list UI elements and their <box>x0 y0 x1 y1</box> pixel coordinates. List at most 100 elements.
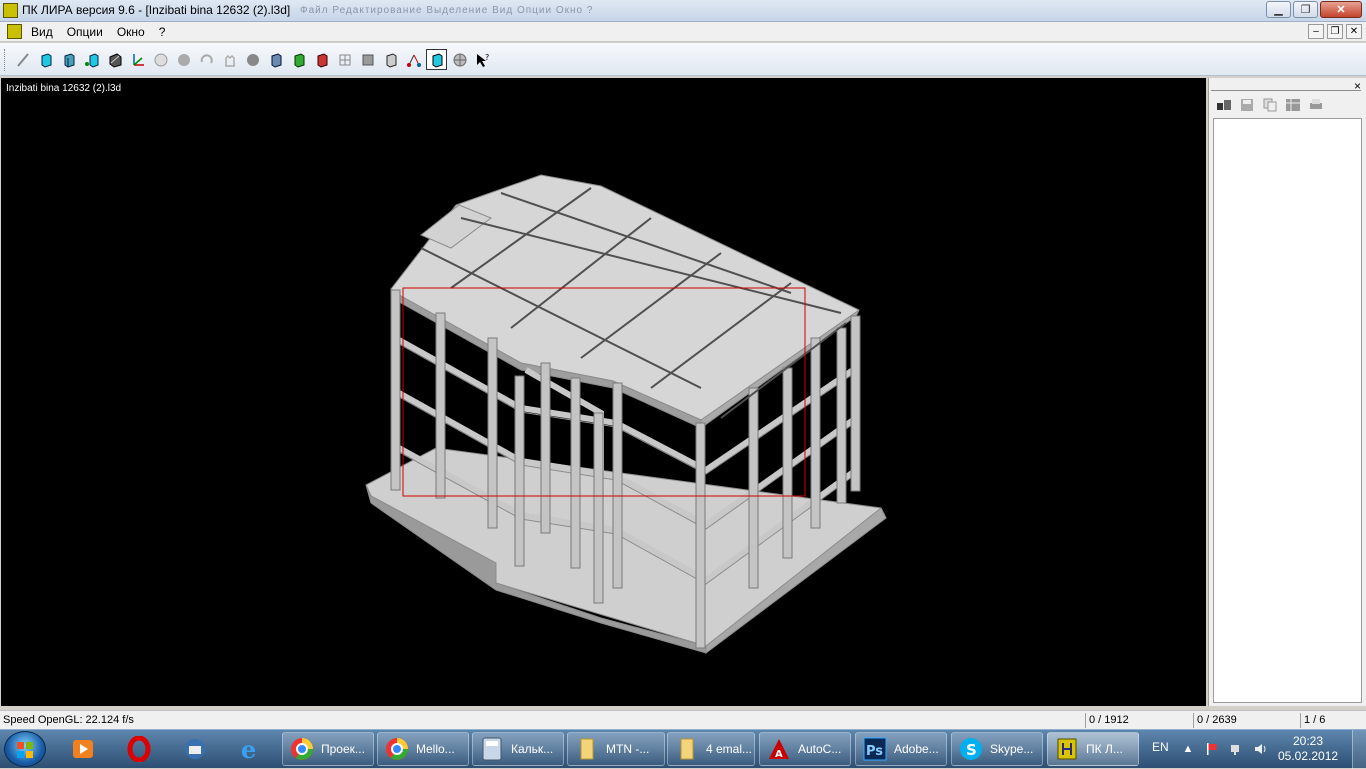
panel-divider <box>1211 90 1361 91</box>
menu-view[interactable]: Вид <box>31 25 53 39</box>
taskbar-button-folder-mtn[interactable]: MTN -... <box>567 732 665 766</box>
folder-icon <box>574 736 600 762</box>
taskbar-button-photoshop[interactable]: Ps Adobe... <box>855 732 947 766</box>
show-hidden-icons-icon[interactable]: ▲ <box>1180 741 1196 757</box>
start-button[interactable] <box>4 731 46 767</box>
show-desktop-button[interactable] <box>1352 730 1366 769</box>
windows-logo-icon <box>17 742 33 758</box>
volume-icon[interactable] <box>1252 741 1268 757</box>
clock-date: 05.02.2012 <box>1278 749 1339 763</box>
app-icon[interactable] <box>3 3 18 18</box>
taskbar-label: Кальк... <box>511 742 554 756</box>
sphere-dark-icon[interactable] <box>242 49 263 70</box>
doc-restore-button[interactable]: ❐ <box>1327 24 1343 39</box>
table-icon[interactable] <box>1284 97 1301 112</box>
taskbar-button-calculator[interactable]: Кальк... <box>472 732 564 766</box>
node-cube-icon[interactable] <box>81 49 102 70</box>
thunderbird-icon[interactable] <box>169 732 221 766</box>
page-indicator: 1 / 6 <box>1300 713 1366 728</box>
network-icon[interactable] <box>1228 741 1244 757</box>
taskbar-label: Adobe... <box>894 742 939 756</box>
window-title: ПК ЛИРА версия 9.6 - [Inzibati bina 1263… <box>22 3 291 17</box>
cube-green-icon[interactable] <box>288 49 309 70</box>
grid-cube-icon[interactable] <box>334 49 355 70</box>
taskbar-button-lira[interactable]: ПК Л... <box>1047 732 1139 766</box>
taskbar-label: AutoC... <box>798 742 842 756</box>
rotate-icon[interactable] <box>196 49 217 70</box>
taskbar-label: Mello... <box>416 742 455 756</box>
print-icon[interactable] <box>1307 97 1324 112</box>
lira-icon <box>1054 736 1080 762</box>
fps-status: Speed OpenGL: 22.124 f/s <box>3 714 134 726</box>
nodes-count: 0 / 1912 <box>1085 713 1193 728</box>
hatch-cube-icon[interactable] <box>104 49 125 70</box>
media-player-icon[interactable] <box>57 732 109 766</box>
taskbar-button-autocad[interactable]: A AutoC... <box>759 732 851 766</box>
copy-icon[interactable] <box>1261 97 1278 112</box>
background-menu-text: Файл Редактирование Выделение Вид Опции … <box>300 5 594 16</box>
objects-icon[interactable] <box>1215 97 1232 112</box>
doc-minimize-button[interactable]: – <box>1308 24 1324 39</box>
doc-close-button[interactable]: ✕ <box>1346 24 1362 39</box>
save-icon[interactable] <box>1238 97 1255 112</box>
close-button[interactable]: ✕ <box>1320 1 1362 18</box>
taskbar-label: MTN -... <box>606 742 650 756</box>
menu-help[interactable]: ? <box>159 25 166 39</box>
svg-text:A: A <box>775 749 783 760</box>
taskbar-label: Skype... <box>990 742 1034 756</box>
cube-cyan-icon[interactable] <box>35 49 56 70</box>
building-3d-model[interactable] <box>1 78 1206 706</box>
taskbar-button-skype[interactable]: S Skype... <box>951 732 1043 766</box>
taskbar-button-folder-emal[interactable]: 4 emal... <box>667 732 755 766</box>
menu-window[interactable]: Окно <box>117 25 145 39</box>
sphere-light-icon[interactable] <box>150 49 171 70</box>
taskbar-button-chrome-project[interactable]: Проек... <box>282 732 374 766</box>
svg-text:Ps: Ps <box>866 744 883 759</box>
hand-icon[interactable] <box>219 49 240 70</box>
svg-text:?: ? <box>485 53 489 62</box>
taskbar: e Проек... Mello... Кальк... MTN -... 4 … <box>0 729 1366 769</box>
cube-selected-icon[interactable] <box>426 49 447 70</box>
minimize-button[interactable]: ▁ <box>1266 1 1291 18</box>
taskbar-label: ПК Л... <box>1086 742 1123 756</box>
axes-icon[interactable] <box>127 49 148 70</box>
elements-count: 0 / 2639 <box>1193 713 1300 728</box>
svg-text:e: e <box>241 736 256 762</box>
autocad-icon: A <box>766 736 792 762</box>
clock[interactable]: 20:23 05.02.2012 <box>1278 734 1338 764</box>
calculator-icon <box>479 736 505 762</box>
chrome-icon <box>384 736 410 762</box>
pencil-icon[interactable] <box>12 49 33 70</box>
globe-icon[interactable] <box>449 49 470 70</box>
internet-explorer-icon[interactable]: e <box>225 732 277 766</box>
model-viewport[interactable]: Inzibati bina 12632 (2).l3d <box>1 78 1206 706</box>
action-center-flag-icon[interactable] <box>1204 741 1220 757</box>
menu-bar: Вид Опции Окно ? – ❐ ✕ <box>0 22 1366 42</box>
maximize-button[interactable]: ❐ <box>1293 1 1318 18</box>
grid-cube2-icon[interactable] <box>357 49 378 70</box>
cube-frame-icon[interactable] <box>58 49 79 70</box>
help-cursor-icon[interactable]: ? <box>472 49 493 70</box>
document-icon[interactable] <box>7 24 22 39</box>
side-panel: × <box>1208 78 1366 706</box>
node-network-icon[interactable] <box>403 49 424 70</box>
opera-icon[interactable] <box>113 732 165 766</box>
skype-icon: S <box>958 736 984 762</box>
toolbar: ? <box>0 43 1366 76</box>
panel-list[interactable] <box>1213 118 1362 703</box>
svg-text:S: S <box>966 741 977 759</box>
cube-blue-icon[interactable] <box>265 49 286 70</box>
taskbar-button-chrome-mello[interactable]: Mello... <box>377 732 469 766</box>
taskbar-label: Проек... <box>321 742 365 756</box>
cube-outline-icon[interactable] <box>380 49 401 70</box>
cube-red-icon[interactable] <box>311 49 332 70</box>
language-indicator[interactable]: EN <box>1152 740 1169 754</box>
photoshop-icon: Ps <box>862 736 888 762</box>
toolbar-grip[interactable] <box>4 49 7 71</box>
folder-icon <box>674 736 700 762</box>
title-bar: ПК ЛИРА версия 9.6 - [Inzibati bina 1263… <box>0 0 1366 22</box>
sphere-gray-icon[interactable] <box>173 49 194 70</box>
menu-options[interactable]: Опции <box>67 25 103 39</box>
taskbar-label: 4 emal... <box>706 742 753 756</box>
clock-time: 20:23 <box>1292 734 1324 748</box>
